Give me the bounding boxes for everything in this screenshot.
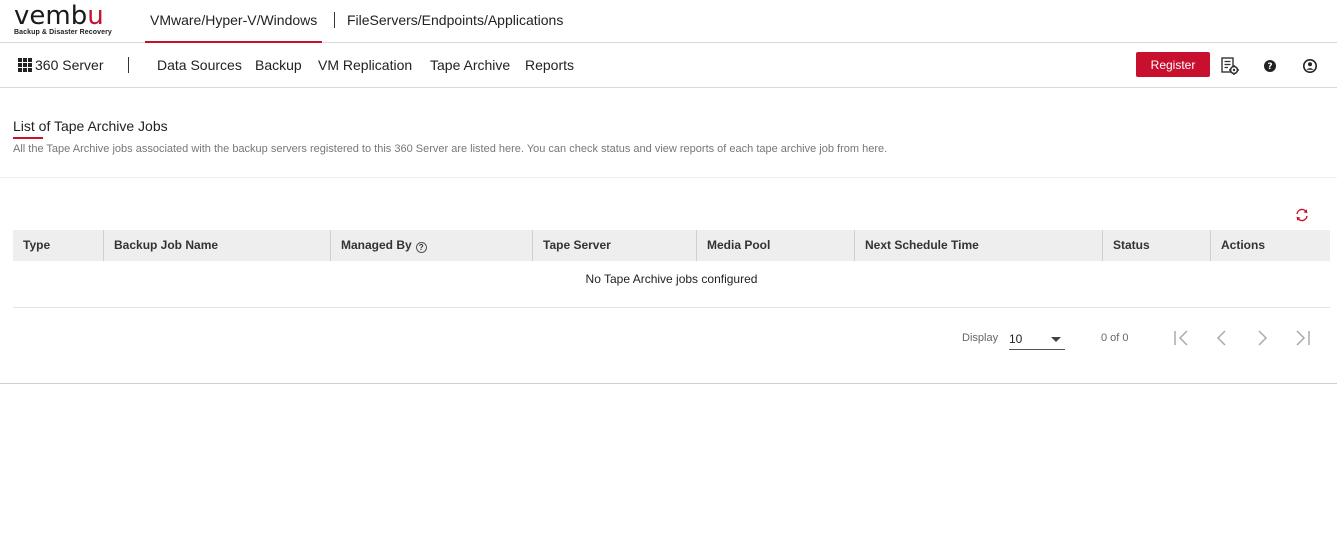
nav-data-sources[interactable]: Data Sources xyxy=(157,57,242,73)
server-label[interactable]: 360 Server xyxy=(35,57,103,73)
tab-vmware-hyperv-windows[interactable]: VMware/Hyper-V/Windows xyxy=(144,0,323,43)
apps-grid-icon[interactable] xyxy=(18,58,32,72)
page-description: All the Tape Archive jobs associated wit… xyxy=(13,143,888,155)
top-header: vembu Backup & Disaster Recovery VMware/… xyxy=(0,0,1337,43)
register-button[interactable]: Register xyxy=(1136,52,1210,77)
section-divider xyxy=(0,177,1337,178)
nav-tape-archive[interactable]: Tape Archive xyxy=(430,57,510,73)
svg-text:?: ? xyxy=(1267,62,1272,72)
column-managed-by[interactable]: Managed By? xyxy=(331,230,533,261)
first-page-icon[interactable] xyxy=(1172,327,1192,349)
chevron-down-icon xyxy=(1051,337,1061,342)
logo-tagline: Backup & Disaster Recovery xyxy=(14,29,112,36)
settings-list-icon[interactable] xyxy=(1220,56,1240,76)
title-underline xyxy=(13,137,43,139)
table-header: Type Backup Job Name Managed By? Tape Se… xyxy=(13,230,1330,261)
page-title: List of Tape Archive Jobs xyxy=(13,118,168,134)
pagination: Display 10 0 of 0 xyxy=(0,320,1337,360)
column-backup-job-name[interactable]: Backup Job Name xyxy=(104,230,331,261)
tape-archive-jobs-table: Type Backup Job Name Managed By? Tape Se… xyxy=(13,230,1330,308)
next-page-icon[interactable] xyxy=(1252,327,1272,349)
previous-page-icon[interactable] xyxy=(1212,327,1232,349)
tab-fileservers-endpoints-applications[interactable]: FileServers/Endpoints/Applications xyxy=(347,0,563,43)
nav-backup[interactable]: Backup xyxy=(255,57,302,73)
managed-by-help-icon[interactable]: ? xyxy=(415,242,427,253)
column-status[interactable]: Status xyxy=(1103,230,1211,261)
column-tape-server[interactable]: Tape Server xyxy=(533,230,697,261)
last-page-icon[interactable] xyxy=(1292,327,1312,349)
column-managed-by-label: Managed By xyxy=(341,238,412,252)
column-type[interactable]: Type xyxy=(13,230,104,261)
page-count: 0 of 0 xyxy=(1101,332,1129,344)
column-media-pool[interactable]: Media Pool xyxy=(697,230,855,261)
nav-reports[interactable]: Reports xyxy=(525,57,574,73)
user-icon[interactable] xyxy=(1300,56,1320,76)
tab-separator xyxy=(334,12,335,28)
main-navbar: 360 Server Data Sources Backup VM Replic… xyxy=(0,43,1337,88)
content-bottom-border xyxy=(0,383,1337,384)
page-size-value: 10 xyxy=(1009,332,1023,346)
nav-separator xyxy=(128,57,129,73)
nav-vm-replication[interactable]: VM Replication xyxy=(318,57,412,73)
logo-wordmark: vembu xyxy=(14,1,104,31)
vembu-logo[interactable]: vembu Backup & Disaster Recovery xyxy=(14,3,118,39)
display-label: Display xyxy=(962,332,999,344)
refresh-icon[interactable] xyxy=(1294,207,1310,223)
help-icon[interactable]: ? xyxy=(1260,56,1280,76)
page-size-select[interactable]: 10 xyxy=(1009,328,1065,350)
column-actions: Actions xyxy=(1221,238,1266,252)
empty-table-message: No Tape Archive jobs configured xyxy=(13,261,1330,308)
column-next-schedule-time[interactable]: Next Schedule Time xyxy=(855,230,1103,261)
